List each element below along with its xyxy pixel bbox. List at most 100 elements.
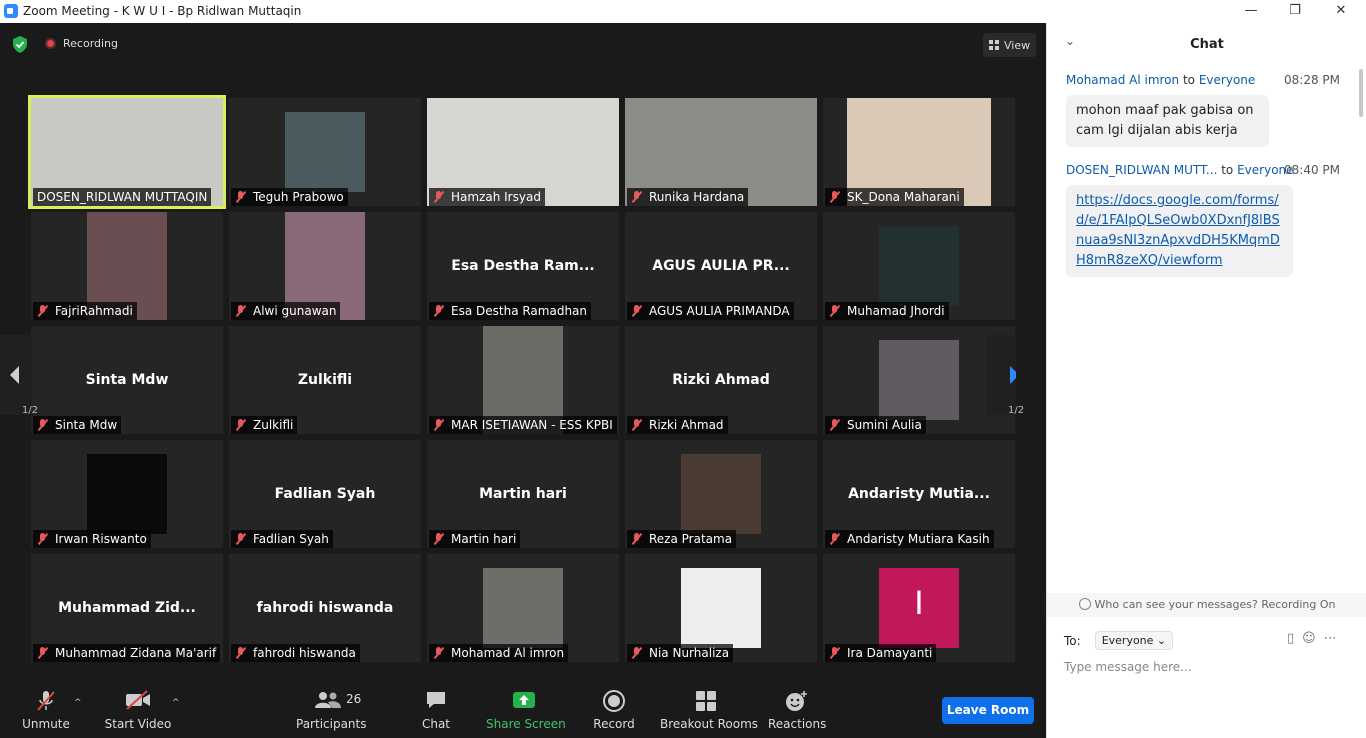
participant-tile[interactable]: Mohamad Al imron [427,554,619,662]
minimize-button[interactable]: — [1236,2,1266,20]
participant-tile[interactable]: Martin hari Martin hari [427,440,619,548]
reactions-button[interactable]: Reactions [768,670,826,738]
participant-name: DOSEN_RIDLWAN MUTTAQIN [37,190,208,204]
record-button[interactable]: Record [590,670,638,738]
page-indicator-left: 1/2 [22,405,39,416]
participant-nameplate: AGUS AULIA PRIMANDA [627,302,794,320]
close-button[interactable]: ✕ [1326,2,1356,20]
microphone-muted-icon [235,305,247,317]
participant-tile[interactable]: fahrodi hiswanda fahrodi hiswanda [229,554,421,662]
participant-name: Sumini Aulia [847,418,922,432]
participant-display-name: fahrodi hiswanda [256,600,394,616]
title-bar: Zoom Meeting - K W U I - Bp Ridlwan Mutt… [0,0,1366,23]
unmute-label: Unmute [22,717,70,731]
microphone-muted-icon [235,191,247,203]
video-options-caret-icon[interactable]: ^ [172,698,180,708]
microphone-muted-icon [235,419,247,431]
participant-tile[interactable]: SK_Dona Maharani [823,98,1015,206]
form-link[interactable]: https://docs.google.com/forms/d/e/1FAIpQ… [1076,193,1280,268]
participant-nameplate: Mohamad Al imron [429,644,569,662]
unmute-button[interactable]: Unmute [20,670,72,738]
participant-tile[interactable]: Sinta Mdw Sinta Mdw [31,326,223,434]
participant-name: Hamzah Irsyad [451,190,541,204]
share-screen-button[interactable]: Share Screen [486,670,566,738]
participant-tile[interactable]: Rizki Ahmad Rizki Ahmad [625,326,817,434]
recording-indicator[interactable]: Recording [45,37,118,50]
participant-tile[interactable]: Esa Destha Ram... Esa Destha Ramadhan [427,212,619,320]
participant-nameplate: fahrodi hiswanda [231,644,360,662]
breakout-rooms-label: Breakout Rooms [660,717,759,731]
participant-tile[interactable]: Muhamad Jhordi [823,212,1015,320]
participant-name: Runika Hardana [649,190,745,204]
participant-tile[interactable]: AGUS AULIA PR... AGUS AULIA PRIMANDA [625,212,817,320]
participant-tile[interactable]: I Ira Damayanti [823,554,1015,662]
more-icon[interactable]: ⋯ [1324,631,1345,646]
participant-nameplate: Teguh Prabowo [231,188,348,206]
message-time: 08:40 PM [1284,163,1340,177]
file-icon[interactable]: ▯ [1287,631,1302,646]
prev-page-button[interactable] [0,335,30,415]
participant-display-name: Sinta Mdw [85,372,169,388]
audio-options-caret-icon[interactable]: ^ [74,698,82,708]
participant-tile[interactable]: Andaristy Mutia... Andaristy Mutiara Kasi… [823,440,1015,548]
record-label: Record [593,717,635,731]
participant-tile[interactable]: MAR ISETIAWAN - ESS KPBI [427,326,619,434]
recipient-value: Everyone [1101,634,1154,647]
participant-name: AGUS AULIA PRIMANDA [649,304,790,318]
chat-label: Chat [421,717,451,731]
participant-nameplate: DOSEN_RIDLWAN MUTTAQIN [33,188,212,206]
participant-name: Alwi gunawan [253,304,337,318]
participant-tile[interactable]: Runika Hardana [625,98,817,206]
participant-tile[interactable]: FajriRahmadi [31,212,223,320]
participant-tile[interactable]: DOSEN_RIDLWAN MUTTAQIN [28,95,226,209]
notice-text: Who can see your messages? Recording On [1094,598,1336,611]
message-sender[interactable]: DOSEN_RIDLWAN MUTT... [1066,163,1217,177]
participant-name: Zulkifli [253,418,294,432]
participant-tile[interactable]: Muhammad Zid... Muhammad Zidana Ma'arif [31,554,223,662]
microphone-muted-icon [631,305,643,317]
recording-label: Recording [63,37,119,50]
participants-button[interactable]: 26 Participants [296,670,367,738]
participant-name: Martin hari [451,532,517,546]
participant-display-name: Fadlian Syah [274,486,376,502]
participant-tile[interactable]: Reza Pratama [625,440,817,548]
participant-video [483,568,563,648]
share-screen-label: Share Screen [486,717,566,731]
participant-tile[interactable]: Teguh Prabowo [229,98,421,206]
maximize-button[interactable]: ❐ [1280,2,1310,20]
chat-scrollbar[interactable] [1359,69,1363,117]
participant-tile[interactable]: Zulkifli Zulkifli [229,326,421,434]
chevron-down-icon[interactable]: ⌄ [1065,34,1075,48]
shield-icon[interactable] [12,36,28,53]
participant-name: Mohamad Al imron [451,646,565,660]
participant-name: Sinta Mdw [55,418,118,432]
participant-nameplate: Sumini Aulia [825,416,926,434]
message-time: 08:28 PM [1284,73,1340,87]
microphone-muted-icon [829,191,841,203]
start-video-button[interactable]: Start Video [104,670,172,738]
window-title: Zoom Meeting - K W U I - Bp Ridlwan Mutt… [23,4,302,18]
view-button[interactable]: View [983,33,1037,57]
next-page-button[interactable] [986,335,1019,415]
breakout-rooms-button[interactable]: Breakout Rooms [660,670,759,738]
emoji-icon[interactable]: ☺ [1302,631,1324,646]
leave-room-button[interactable]: Leave Room [942,697,1034,724]
message-input[interactable]: Type message here... [1064,660,1354,674]
participant-tile[interactable]: Fadlian Syah Fadlian Syah [229,440,421,548]
view-label: View [1004,38,1031,52]
participant-tile[interactable]: Alwi gunawan [229,212,421,320]
recipient-select[interactable]: Everyone ⌄ [1094,631,1174,650]
chevron-left-icon [10,366,19,384]
participant-tile[interactable]: Nia Nurhaliza [625,554,817,662]
chat-button[interactable]: Chat [416,670,456,738]
participant-video [681,568,761,648]
participant-name: Ira Damayanti [847,646,933,660]
participant-tile[interactable]: Irwan Riswanto [31,440,223,548]
microphone-muted-icon [829,647,841,659]
participant-tile[interactable]: Hamzah Irsyad [427,98,619,206]
message-visibility-notice[interactable]: Who can see your messages? Recording On [1047,593,1366,617]
participant-name: fahrodi hiswanda [253,646,356,660]
page-indicator-right: 1/2 [1008,405,1025,416]
participant-display-name: Zulkifli [297,372,353,388]
message-sender[interactable]: Mohamad Al imron [1066,73,1179,87]
